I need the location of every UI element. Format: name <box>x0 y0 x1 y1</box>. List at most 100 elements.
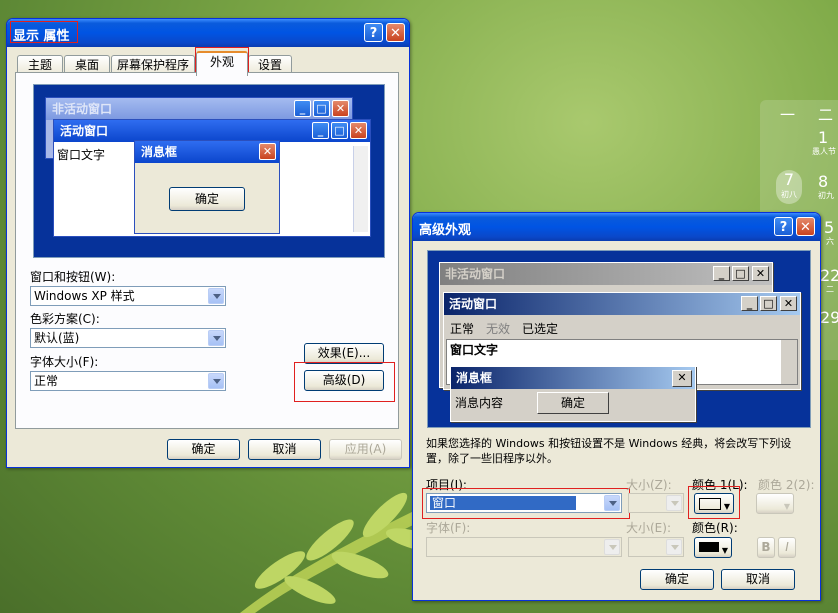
calendar-day-note: 愚人节 <box>812 147 836 156</box>
close-icon: ✕ <box>259 143 276 160</box>
calendar-day-note: 初九 <box>818 191 834 200</box>
ok-button[interactable]: 确定 <box>167 439 240 460</box>
bold-button[interactable]: B <box>757 537 775 558</box>
menu-selected: 已选定 <box>522 322 559 336</box>
calendar-weekday: 一 <box>780 106 796 124</box>
color-scheme-select[interactable]: 默认(蓝) <box>30 328 226 348</box>
windows-buttons-select[interactable]: Windows XP 样式 <box>30 286 226 306</box>
chevron-down-icon: ▼ <box>723 502 730 511</box>
close-icon: ✕ <box>350 122 367 139</box>
calendar-weekday: 二 <box>818 106 834 124</box>
chevron-down-icon[interactable] <box>666 495 682 511</box>
italic-button[interactable]: I <box>778 537 796 558</box>
classic-window-text: 窗口文字 <box>450 343 499 357</box>
chevron-down-icon[interactable] <box>208 330 224 346</box>
font-color-swatch <box>699 542 719 552</box>
classic-active-title: 活动窗口 <box>449 297 498 311</box>
chevron-down-icon[interactable] <box>666 539 682 555</box>
minimize-icon: _ <box>312 122 329 139</box>
calendar-day[interactable]: 8 <box>818 172 828 191</box>
chevron-down-icon: ▼ <box>783 502 790 511</box>
title-bar[interactable]: 显示 属性 ? ✕ <box>7 19 409 47</box>
chevron-down-icon[interactable] <box>208 288 224 304</box>
chevron-down-icon[interactable] <box>604 539 620 555</box>
color2-button[interactable]: ▼ <box>756 493 794 514</box>
item-select[interactable]: 窗口 <box>426 493 622 513</box>
color2-label: 颜色 2(2): <box>758 478 815 492</box>
color-scheme-value: 默认(蓝) <box>34 331 80 345</box>
minimize-icon: _ <box>294 100 311 117</box>
chevron-down-icon[interactable] <box>208 373 224 389</box>
menu-disabled: 无效 <box>486 322 511 336</box>
color-scheme-label: 色彩方案(C): <box>30 312 100 326</box>
calendar-day[interactable]: 1 <box>818 128 828 147</box>
tab-appearance[interactable]: 外观 <box>196 51 248 76</box>
title-bar[interactable]: 高级外观 ? ✕ <box>413 213 820 241</box>
help-button[interactable]: ? <box>774 217 793 236</box>
font-select[interactable] <box>426 537 622 557</box>
windows-buttons-label: 窗口和按钮(W): <box>30 270 116 284</box>
calendar-day[interactable]: 22 <box>820 266 838 285</box>
advanced-button[interactable]: 高级(D) <box>304 370 384 391</box>
calendar-day-note: 初八 <box>781 190 797 199</box>
close-icon: ✕ <box>332 100 349 117</box>
calendar-day-num: 7 <box>783 170 795 189</box>
maximize-icon: □ <box>732 266 749 281</box>
windows-buttons-value: Windows XP 样式 <box>34 289 135 303</box>
classic-scrollbar <box>781 340 797 384</box>
window-title: 高级外观 <box>419 223 472 238</box>
close-button[interactable]: ✕ <box>386 23 405 42</box>
maximize-icon: □ <box>760 296 777 311</box>
close-icon: ✕ <box>780 296 797 311</box>
close-icon: ✕ <box>672 370 692 387</box>
preview-active-title: 活动窗口 <box>60 124 109 138</box>
font-size-value: 正常 <box>34 374 59 388</box>
preview-message-box: 消息框 ✕ 确定 <box>134 140 280 234</box>
color-label: 颜色(R): <box>692 521 738 535</box>
chevron-down-icon[interactable] <box>604 495 620 511</box>
preview-scrollbar <box>353 146 368 232</box>
font-size-select[interactable]: 正常 <box>30 371 226 391</box>
menu-normal: 正常 <box>450 322 475 336</box>
preview-inactive-title: 非活动窗口 <box>52 102 113 116</box>
preview-ok-button: 确定 <box>169 187 245 211</box>
maximize-icon: □ <box>313 100 330 117</box>
color1-label: 颜色 1(L): <box>692 478 748 492</box>
cancel-button[interactable]: 取消 <box>248 439 321 460</box>
calendar-day-note: 六 <box>826 237 834 246</box>
classic-message-title: 消息框 <box>456 371 493 385</box>
size-select[interactable] <box>628 493 684 513</box>
advanced-notice: 如果您选择的 Windows 和按钮设置不是 Windows 经典，将会改写下列… <box>426 437 792 465</box>
classic-message-box: 消息框 ✕ 消息内容 确定 <box>450 366 696 422</box>
close-button[interactable]: ✕ <box>796 217 815 236</box>
font-color-button[interactable]: ▼ <box>694 537 732 558</box>
calendar-day[interactable]: 5 <box>824 218 834 237</box>
advanced-cancel-button[interactable]: 取消 <box>721 569 795 590</box>
size2-label: 大小(E): <box>626 521 671 535</box>
item-value: 窗口 <box>430 496 577 510</box>
size-label: 大小(Z): <box>626 478 672 492</box>
window-title: 显示 属性 <box>13 29 70 44</box>
classic-message-text: 消息内容 <box>455 396 504 410</box>
minimize-icon: _ <box>713 266 730 281</box>
color1-button[interactable]: ▼ <box>694 493 734 514</box>
font-size-label: 字体大小(F): <box>30 355 99 369</box>
close-icon: ✕ <box>752 266 769 281</box>
advanced-ok-button[interactable]: 确定 <box>640 569 714 590</box>
preview-window-text: 窗口文字 <box>57 148 106 162</box>
classic-inactive-title: 非活动窗口 <box>445 267 506 281</box>
preview-message-title: 消息框 <box>141 145 178 159</box>
size2-select[interactable] <box>628 537 684 557</box>
calendar-day[interactable]: 29 <box>820 308 838 327</box>
item-label: 项目(I): <box>426 478 467 492</box>
font-label: 字体(F): <box>426 521 471 535</box>
color1-swatch <box>699 498 721 510</box>
effects-button[interactable]: 效果(E)... <box>304 343 384 364</box>
help-button[interactable]: ? <box>364 23 383 42</box>
minimize-icon: _ <box>741 296 758 311</box>
classic-ok-button: 确定 <box>537 392 609 414</box>
chevron-down-icon: ▼ <box>721 546 728 555</box>
calendar-day-note: 二 <box>826 285 834 294</box>
apply-button[interactable]: 应用(A) <box>329 439 402 460</box>
calendar-day-today[interactable]: 7 初八 <box>776 170 802 204</box>
